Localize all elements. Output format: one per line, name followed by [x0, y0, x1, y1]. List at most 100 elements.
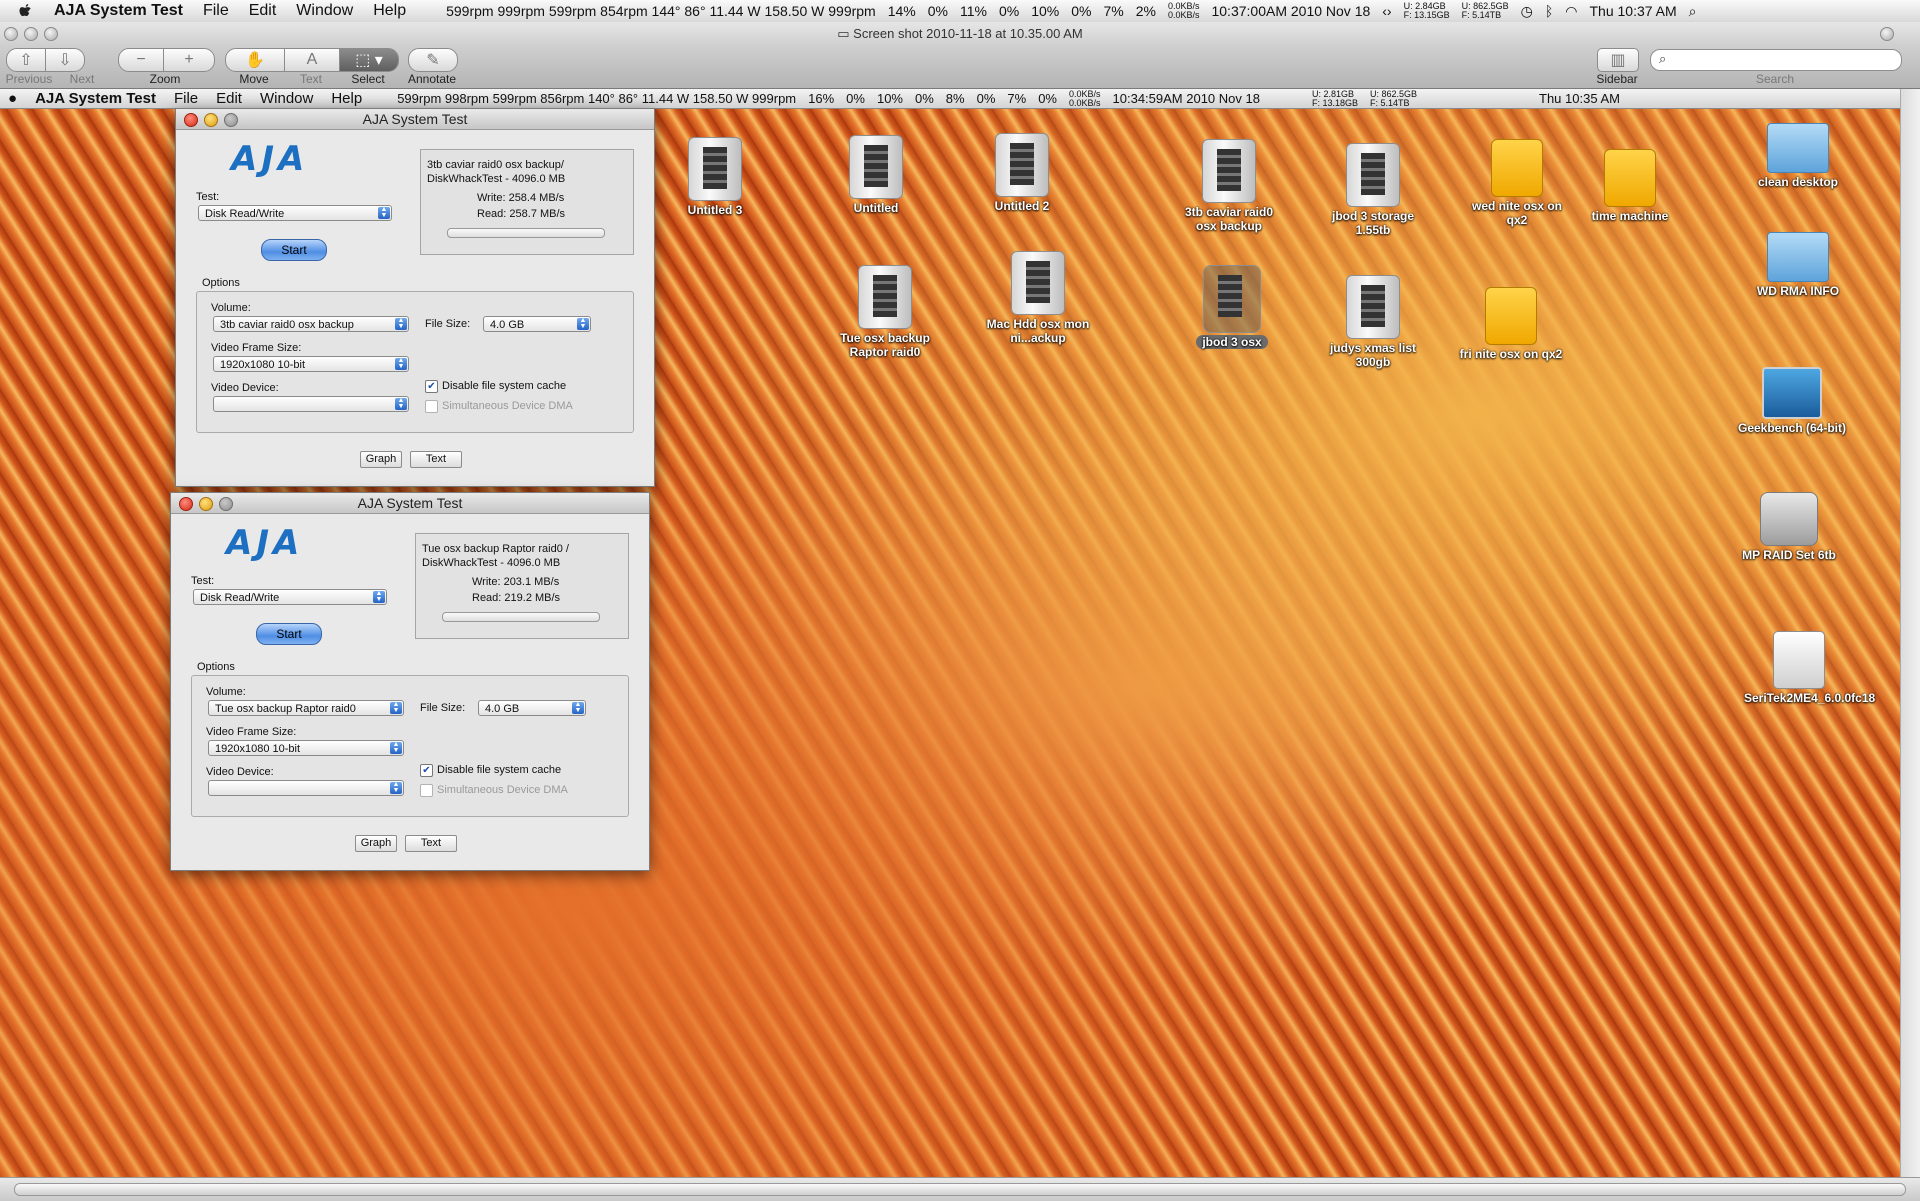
annotate-button[interactable]: ✎ [408, 48, 458, 72]
previous-button[interactable]: ⇧ [6, 48, 46, 72]
zoom-button[interactable] [224, 113, 238, 127]
window-titlebar[interactable]: AJA System Test [171, 493, 649, 514]
zoom-button[interactable] [44, 27, 58, 41]
device-dma-checkbox[interactable] [420, 784, 433, 797]
sidebar-label: Sidebar [1596, 72, 1638, 86]
frame-size-select[interactable]: 1920x1080 10-bit ▲ ▼ [208, 740, 404, 756]
desktop-icon-seritek[interactable]: SeriTek2ME4_6.0.0fc18 [1744, 631, 1875, 705]
spotlight-icon[interactable]: ⌕ [1683, 3, 1703, 20]
horizontal-scrollbar[interactable] [0, 1177, 1920, 1201]
desktop-icon-untitled[interactable]: Untitled [821, 135, 931, 215]
menu-edit[interactable]: Edit [239, 2, 287, 20]
desktop-icon-mac-hdd-osx[interactable]: Mac Hdd osx mon ni...ackup [983, 251, 1093, 345]
move-tool-button[interactable]: ✋ [225, 48, 285, 72]
file-size-value: 4.0 GB [490, 319, 525, 331]
desktop-icon-geekbench[interactable]: Geekbench (64-bit) [1737, 367, 1847, 435]
desktop-icon-clean-desktop[interactable]: clean desktop [1743, 123, 1853, 189]
desktop-icon-tue-osx-backup[interactable]: Tue osx backup Raptor raid0 [830, 265, 940, 359]
file-size-select[interactable]: 4.0 GB ▲ ▼ [478, 700, 586, 716]
desktop-icon-wd-rma-info[interactable]: WD RMA INFO [1743, 232, 1853, 298]
window-titlebar[interactable]: AJA System Test [176, 109, 654, 130]
menu-help[interactable]: Help [363, 2, 416, 20]
graph-button[interactable]: Graph [360, 451, 402, 468]
zoom-button[interactable] [219, 497, 233, 511]
aja-logo: AJA [231, 139, 309, 179]
next-button[interactable]: ⇩ [45, 48, 85, 72]
desktop-icon-jbod-3-osx[interactable]: jbod 3 osx [1177, 265, 1287, 349]
desktop-icon-wed-nite-osx[interactable]: wed nite osx on qx2 [1462, 139, 1572, 227]
video-device-select[interactable]: ▲ ▼ [208, 780, 404, 796]
date-time-status[interactable]: 10:37:00AM 2010 Nov 18 [1205, 3, 1376, 19]
file-size-select[interactable]: 4.0 GB ▲ ▼ [483, 316, 591, 332]
menu-file[interactable]: File [193, 2, 239, 20]
search-icon: ⌕ [1659, 51, 1667, 66]
desktop-icon-untitled-3[interactable]: Untitled 3 [660, 137, 770, 217]
text-button[interactable]: Text [405, 835, 457, 852]
start-button[interactable]: Start [256, 623, 322, 645]
volume-select[interactable]: Tue osx backup Raptor raid0 ▲ ▼ [208, 700, 404, 716]
desktop-icon-mp-raid-set[interactable]: MP RAID Set 6tb [1734, 492, 1844, 562]
scroll-thumb[interactable] [14, 1183, 1906, 1196]
cpu-meter[interactable]: 14% 0% 11% 0% 10% 0% 7% 2% [882, 3, 1162, 19]
desktop-icon-judys-xmas-list[interactable]: judys xmas list 300gb [1318, 275, 1428, 369]
desktop-icon-3tb-caviar[interactable]: 3tb caviar raid0 osx backup [1174, 139, 1284, 233]
desktop-icon-time-machine[interactable]: time machine [1575, 149, 1685, 223]
vertical-scrollbar[interactable] [1900, 89, 1920, 1177]
start-button[interactable]: Start [261, 239, 327, 261]
select-arrows-icon: ▲ ▼ [373, 590, 385, 603]
close-button[interactable] [4, 27, 18, 41]
select-arrows-icon: ▲ ▼ [395, 357, 407, 370]
disk2-meter[interactable]: U: 862.5GB F: 5.14TB [1456, 2, 1515, 20]
network-meter[interactable]: 0.0KB/s 0.0KB/s [1162, 2, 1206, 20]
select-tool-button[interactable]: ⬚ ▾ [339, 48, 399, 72]
disable-cache-checkbox[interactable]: ✔ [425, 380, 438, 393]
apple-menu-icon[interactable] [18, 3, 34, 19]
wifi-icon[interactable]: ◠ [1559, 3, 1583, 20]
close-button[interactable] [179, 497, 193, 511]
disk-meter[interactable]: U: 2.84GB F: 13.15GB [1398, 2, 1456, 20]
close-button[interactable] [184, 113, 198, 127]
graph-button[interactable]: Graph [355, 835, 397, 852]
frame-size-select[interactable]: 1920x1080 10-bit ▲ ▼ [213, 356, 409, 372]
bluetooth-icon[interactable]: ᛒ [1539, 3, 1559, 19]
desktop-icon-jbod-3-storage[interactable]: jbod 3 storage 1.55tb [1318, 143, 1428, 237]
disk2-free-value: F: 5.14TB [1461, 10, 1502, 20]
results-panel: 3tb caviar raid0 osx backup/ DiskWhackTe… [420, 149, 634, 255]
test-select[interactable]: Disk Read/Write ▲ ▼ [198, 205, 392, 221]
results-panel: Tue osx backup Raptor raid0 / DiskWhackT… [415, 533, 629, 639]
cpu-value: 0% [976, 91, 996, 106]
sidebar-button[interactable]: ▥ [1597, 48, 1639, 72]
text-label: Text [299, 72, 322, 86]
minimize-button[interactable] [24, 27, 38, 41]
test-select[interactable]: Disk Read/Write ▲ ▼ [193, 589, 387, 605]
fan-temp-status[interactable]: 599rpm 999rpm 599rpm 854rpm 144° 86° 11.… [440, 3, 882, 19]
icon-label: time machine [1591, 209, 1669, 223]
time-machine-icon[interactable]: ◷ [1515, 3, 1539, 20]
video-device-select[interactable]: ▲ ▼ [213, 396, 409, 412]
minimize-button[interactable] [204, 113, 218, 127]
menu-window[interactable]: Window [286, 2, 363, 20]
zoom-in-button[interactable]: + [163, 48, 215, 72]
search-field[interactable]: ⌕ [1650, 49, 1902, 71]
result-title: 3tb caviar raid0 osx backup/ DiskWhackTe… [427, 159, 566, 185]
minimize-button[interactable] [199, 497, 213, 511]
device-dma-checkbox[interactable] [425, 400, 438, 413]
clock[interactable]: Thu 10:37 AM [1584, 3, 1683, 19]
text-button[interactable]: Text [410, 451, 462, 468]
app-menu[interactable]: AJA System Test [44, 2, 193, 20]
icon-label: fri nite osx on qx2 [1459, 347, 1563, 361]
test-label: Test: [191, 575, 215, 587]
desktop-icon-fri-nite-osx[interactable]: fri nite osx on qx2 [1456, 287, 1566, 361]
volume-select[interactable]: 3tb caviar raid0 osx backup ▲ ▼ [213, 316, 409, 332]
cpu-value: 7% [1007, 91, 1027, 106]
select-arrows-icon: ▲ ▼ [395, 317, 407, 330]
script-menu-icon[interactable]: ‹› [1376, 3, 1397, 19]
desktop-icon-untitled-2[interactable]: Untitled 2 [967, 133, 1077, 213]
toolbar-toggle-button[interactable] [1880, 27, 1894, 41]
inner-menu-edit: Edit [216, 90, 242, 107]
zoom-out-button[interactable]: − [118, 48, 164, 72]
preview-toolbar: ⇧ ⇩ Previous Next − + Zoom ✋ A ⬚ ▾ Move … [0, 46, 1920, 89]
disable-cache-checkbox[interactable]: ✔ [420, 764, 433, 777]
text-tool-button[interactable]: A [284, 48, 340, 72]
hand-icon: ✋ [245, 52, 265, 69]
